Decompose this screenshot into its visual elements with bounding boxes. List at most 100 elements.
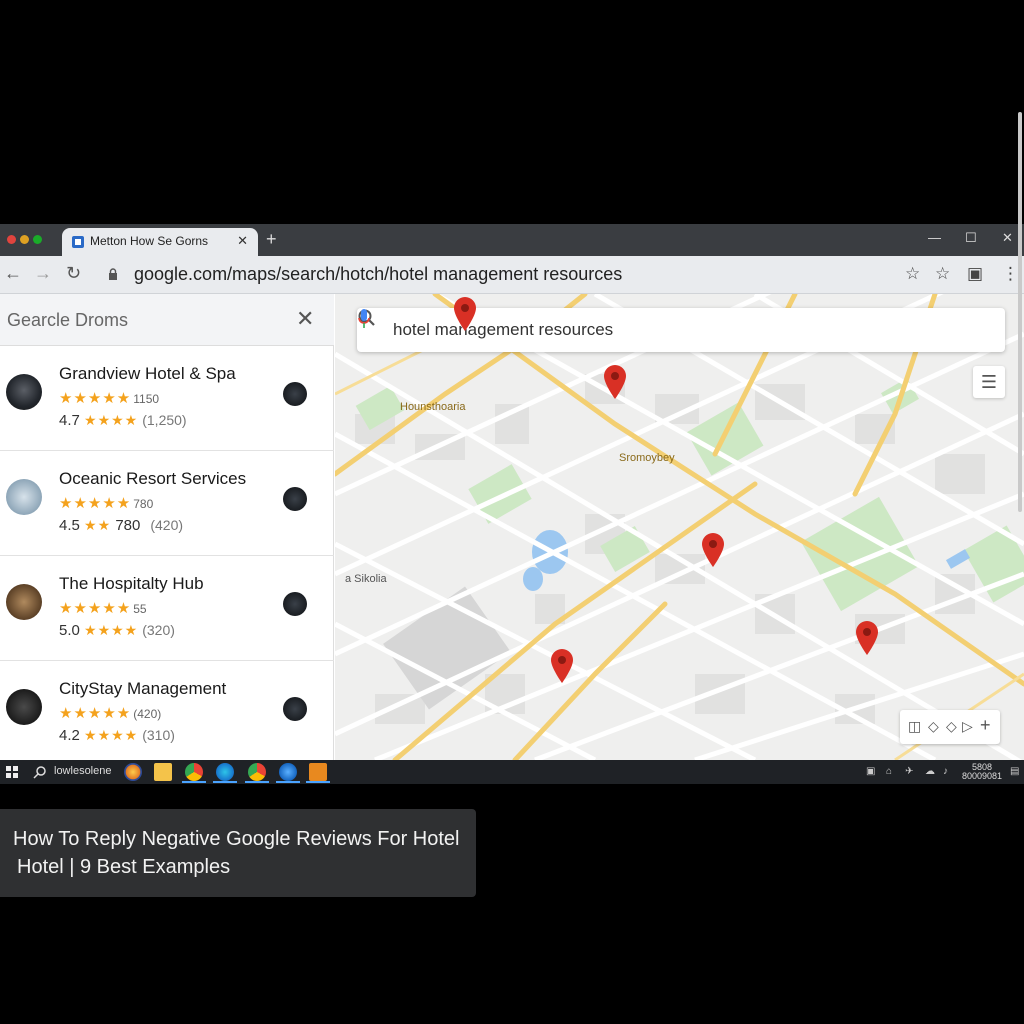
windows-start-icon[interactable]	[6, 766, 18, 778]
panel-header: Gearcle Droms ✕	[0, 294, 334, 346]
url-text: google.com/maps/search/hotch/hotel manag…	[134, 264, 623, 284]
map-pin-icon[interactable]	[602, 364, 628, 400]
maximize-icon[interactable]: ☐	[965, 230, 977, 246]
result-badge-icon[interactable]	[283, 592, 307, 616]
result-stars: ★★★★★ 780	[59, 495, 154, 512]
active-indicator	[245, 781, 269, 783]
forward-arrow-icon[interactable]: →	[34, 263, 52, 284]
result-rating-line: 4.7 ★★★★ (1,250)	[59, 412, 187, 429]
result-name[interactable]: The Hospitalty Hub	[59, 574, 204, 594]
result-item[interactable]: Grandview Hotel & Spa ★★★★★ 1150 4.7 ★★★★…	[0, 346, 334, 451]
tray-icon[interactable]: ⌂	[886, 766, 892, 777]
map-label: Sromoybey	[619, 452, 675, 464]
list-view-button[interactable]: ☰	[973, 366, 1005, 398]
os-taskbar: lowlesolene ▣ ⌂ ✈ ☁ ♪ 5808 80009081 ▤	[0, 760, 1024, 784]
tray-icon[interactable]: ▣	[866, 766, 875, 777]
map-pin-icon[interactable]	[700, 532, 726, 568]
address-bar[interactable]: google.com/maps/search/hotch/hotel manag…	[98, 260, 928, 290]
star-icon[interactable]: ☆	[935, 264, 950, 284]
result-rating: 4.2	[59, 727, 80, 744]
active-indicator	[276, 781, 300, 783]
map-controls: ◫ ◇ ◇ ▷ +	[900, 710, 1000, 744]
map-pin-icon[interactable]	[854, 620, 880, 656]
tab-close-icon[interactable]: ✕	[237, 233, 248, 249]
result-name[interactable]: Oceanic Resort Services	[59, 469, 246, 489]
new-tab-icon[interactable]: +	[266, 229, 277, 250]
taskbar-search-icon[interactable]	[33, 765, 47, 779]
map-label: a Sikolia	[345, 573, 387, 585]
map-pin-icon[interactable]	[549, 648, 575, 684]
chrome-icon[interactable]	[185, 763, 203, 781]
close-icon[interactable]: ✕	[1002, 230, 1013, 246]
map-search-input[interactable]: hotel management resources	[393, 320, 613, 340]
map-tiles	[335, 294, 1024, 760]
result-thumbnail	[6, 584, 42, 620]
layers-icon[interactable]: ◫	[908, 718, 921, 735]
file-explorer-icon[interactable]	[154, 763, 172, 781]
map-label: Hounsthoaria	[400, 401, 466, 413]
result-rating: 5.0	[59, 622, 80, 639]
caption-line-2: Hotel | 9 Best Examples	[17, 856, 231, 878]
result-badge-icon[interactable]	[283, 382, 307, 406]
screenshot-stage: Metton How Se Gorns ✕ + — ☐ ✕ ← → ↻ goog…	[0, 0, 1024, 1024]
tilt-icon[interactable]: ◇	[946, 718, 957, 735]
result-stars: ★★★★★ 55	[59, 600, 147, 617]
tray-icon[interactable]: ☁	[925, 766, 935, 777]
lock-icon	[109, 268, 117, 280]
app-window-icon[interactable]	[309, 763, 327, 781]
volume-icon[interactable]: ♪	[943, 766, 948, 777]
close-window-dot[interactable]	[7, 235, 16, 244]
browser-window: Metton How Se Gorns ✕ + — ☐ ✕ ← → ↻ goog…	[0, 224, 1024, 760]
panel-title: Gearcle Droms	[7, 310, 129, 330]
result-rating-line: 4.5 ★★ 780 (420)	[59, 517, 184, 534]
reload-icon[interactable]: ↻	[66, 263, 81, 284]
active-indicator	[182, 781, 206, 783]
browser-toolbar: ← → ↻ google.com/maps/search/hotch/hotel…	[0, 256, 1024, 294]
zoom-in-icon[interactable]: +	[980, 715, 991, 736]
tray-clock[interactable]: 5808 80009081	[962, 763, 1002, 781]
bookmark-star-icon[interactable]: ☆	[905, 264, 920, 284]
direction-icon[interactable]: ▷	[962, 718, 973, 735]
browser-app-icon[interactable]	[279, 763, 297, 781]
result-review-count: (320)	[142, 622, 175, 638]
result-name[interactable]: CityStay Management	[59, 679, 226, 699]
result-item[interactable]: CityStay Management ★★★★★ (420) 4.2 ★★★★(…	[0, 661, 334, 760]
result-stars-value: 780	[133, 497, 154, 511]
result-stars: ★★★★★ (420)	[59, 705, 162, 722]
result-review-count: (420)	[150, 517, 184, 533]
result-badge-icon[interactable]	[283, 487, 307, 511]
map-canvas[interactable]: hotel management resources ☰ Hounsthoari…	[335, 294, 1024, 760]
tray-icon[interactable]: ✈	[905, 766, 913, 777]
active-indicator	[306, 781, 330, 783]
tray-time-line2: 80009081	[962, 771, 1003, 781]
chrome-icon[interactable]	[248, 763, 266, 781]
minimize-window-dot[interactable]	[20, 235, 29, 244]
result-name[interactable]: Grandview Hotel & Spa	[59, 364, 236, 384]
map-pin-icon[interactable]	[452, 296, 478, 332]
back-arrow-icon[interactable]: ←	[4, 263, 22, 284]
taskbar-app-icon[interactable]	[124, 763, 142, 781]
result-stars: ★★★★★ 1150	[59, 390, 160, 407]
result-badge-icon[interactable]	[283, 697, 307, 721]
result-stars-value: 1150	[133, 392, 160, 406]
result-thumbnail	[6, 374, 42, 410]
result-inline-value: 780	[115, 517, 141, 534]
taskbar-search-text[interactable]: lowlesolene	[54, 765, 111, 777]
notification-icon[interactable]: ▤	[1010, 766, 1019, 777]
maximize-window-dot[interactable]	[33, 235, 42, 244]
browser-titlebar: Metton How Se Gorns ✕ + — ☐ ✕	[0, 224, 1024, 256]
map-scrollbar[interactable]	[1018, 112, 1022, 512]
edge-icon[interactable]	[216, 763, 234, 781]
menu-icon[interactable]: ⋮	[1002, 264, 1019, 284]
extension-icon[interactable]: ▣	[967, 264, 983, 284]
result-item[interactable]: Oceanic Resort Services ★★★★★ 780 4.5 ★★ …	[0, 451, 334, 556]
result-item[interactable]: The Hospitalty Hub ★★★★★ 55 5.0 ★★★★ (320)	[0, 556, 334, 661]
video-caption: How To Reply Negative Google Reviews For…	[0, 809, 476, 897]
minimize-icon[interactable]: —	[928, 230, 941, 245]
result-thumbnail	[6, 479, 42, 515]
result-stars-value: (420)	[133, 707, 162, 721]
rotate-icon[interactable]: ◇	[928, 718, 939, 735]
browser-tab[interactable]: Metton How Se Gorns ✕	[62, 228, 258, 256]
mic-icon[interactable]	[357, 308, 371, 330]
panel-close-icon[interactable]: ✕	[296, 306, 314, 332]
